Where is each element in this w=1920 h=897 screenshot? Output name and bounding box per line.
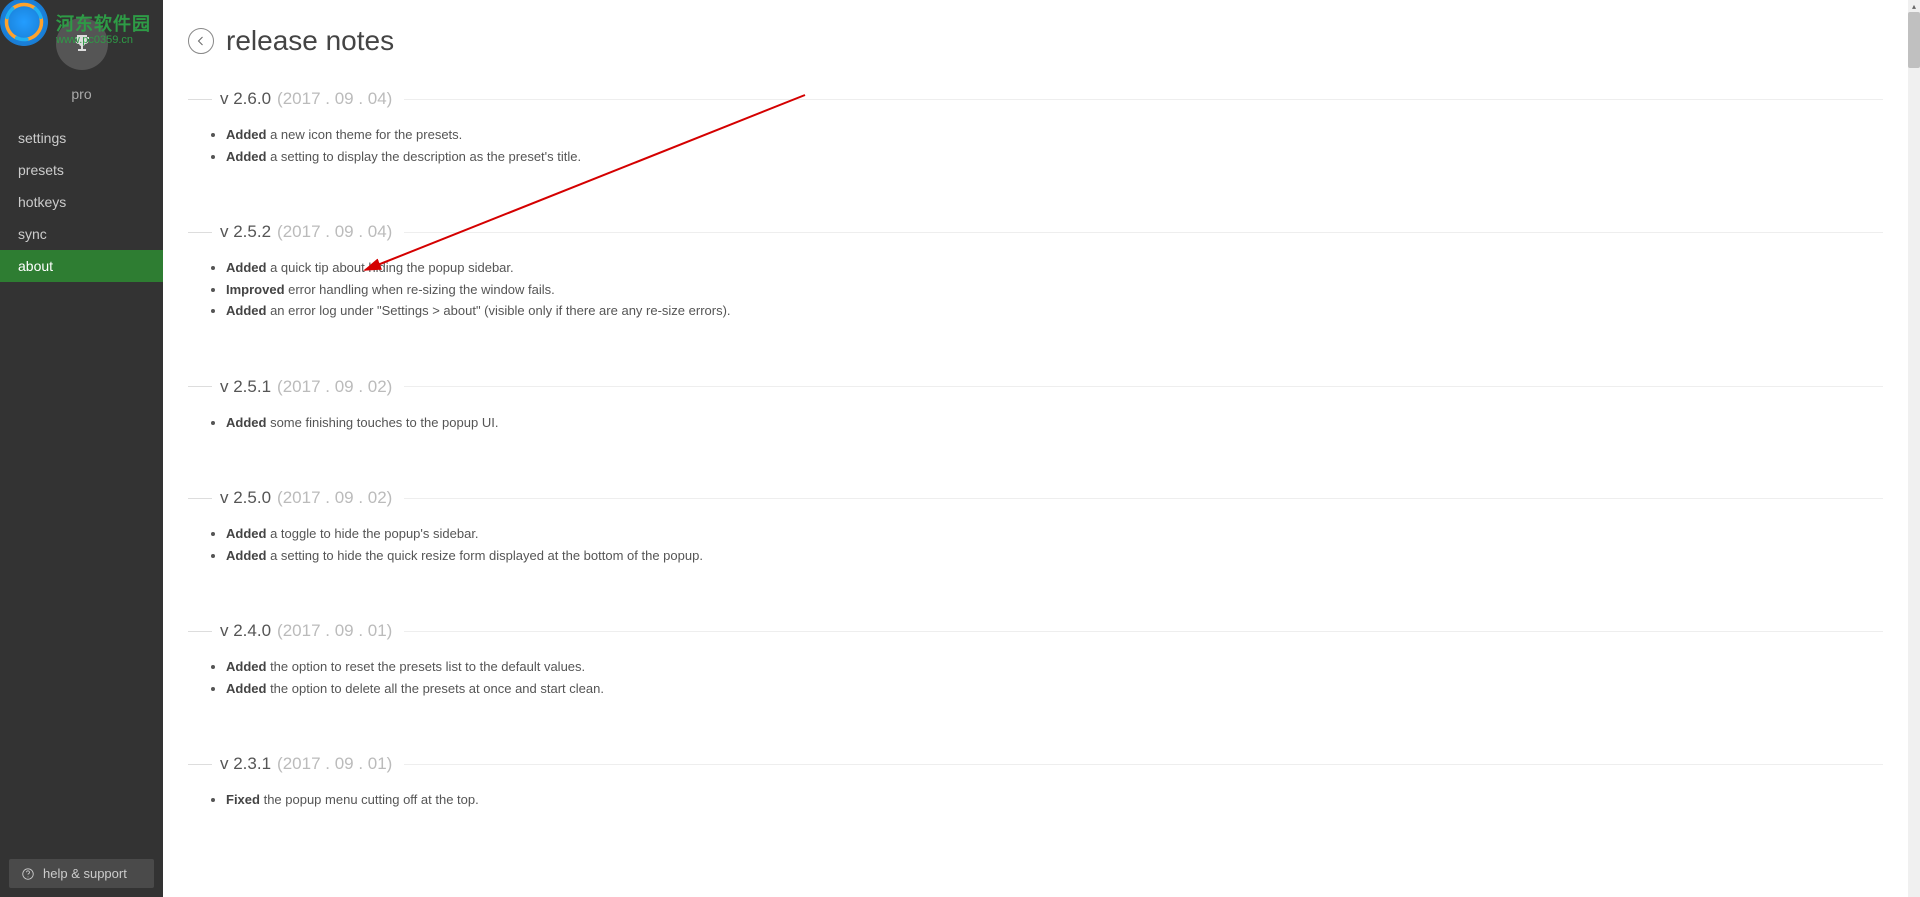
release-version: v 2.5.1: [220, 377, 271, 397]
release-date: (2017 . 09 . 02): [277, 488, 392, 508]
release-changes: Added a new icon theme for the presets.A…: [188, 125, 1883, 166]
divider: [188, 764, 212, 765]
release-section: v 2.5.2 (2017 . 09 . 04) Added a quick tip…: [188, 222, 1883, 321]
divider: [404, 764, 1883, 765]
brand-logo: [0, 0, 52, 50]
divider: [188, 386, 212, 387]
release-change-item: Fixed the popup menu cutting off at the …: [226, 790, 1883, 810]
release-change-item: Added a quick tip about hiding the popup…: [226, 258, 1883, 278]
change-text: the popup menu cutting off at the top.: [260, 792, 479, 807]
plan-label: pro: [71, 86, 91, 102]
divider: [188, 232, 212, 233]
release-header: v 2.5.2 (2017 . 09 . 04): [188, 222, 1883, 242]
release-change-item: Added the option to reset the presets li…: [226, 657, 1883, 677]
change-tag: Improved: [226, 282, 285, 297]
release-header: v 2.5.1 (2017 . 09 . 02): [188, 377, 1883, 397]
brand-url: www.pc0359.cn: [56, 34, 151, 46]
release-header: v 2.4.0 (2017 . 09 . 01): [188, 621, 1883, 641]
divider: [188, 99, 212, 100]
sidebar-item-hotkeys[interactable]: hotkeys: [0, 186, 163, 218]
change-text: an error log under "Settings > about" (v…: [266, 303, 730, 318]
change-tag: Added: [226, 548, 266, 563]
main-content: release notes v 2.6.0 (2017 . 09 . 04) Add…: [163, 0, 1908, 897]
release-change-item: Added a toggle to hide the popup's sideb…: [226, 524, 1883, 544]
brand-name-cn: 河东软件园: [56, 10, 151, 36]
help-support-button[interactable]: help & support: [9, 859, 154, 888]
release-changes: Added some finishing touches to the popu…: [188, 413, 1883, 433]
scrollbar-thumb[interactable]: [1908, 12, 1920, 68]
release-changes: Added a toggle to hide the popup's sideb…: [188, 524, 1883, 565]
release-date: (2017 . 09 . 04): [277, 89, 392, 109]
release-date: (2017 . 09 . 02): [277, 377, 392, 397]
change-text: a toggle to hide the popup's sidebar.: [266, 526, 478, 541]
arrow-left-icon: [195, 35, 207, 47]
change-text: a setting to display the description as …: [266, 149, 581, 164]
release-version: v 2.3.1: [220, 754, 271, 774]
release-date: (2017 . 09 . 01): [277, 621, 392, 641]
nav: settings presets hotkeys sync about: [0, 122, 163, 282]
release-changes: Added a quick tip about hiding the popup…: [188, 258, 1883, 321]
release-header: v 2.6.0 (2017 . 09 . 04): [188, 89, 1883, 109]
page-header: release notes: [188, 25, 1883, 57]
change-text: a setting to hide the quick resize form …: [266, 548, 702, 563]
release-change-item: Added a setting to display the descripti…: [226, 147, 1883, 167]
change-text: the option to reset the presets list to …: [266, 659, 585, 674]
change-text: the option to delete all the presets at …: [266, 681, 604, 696]
change-text: some finishing touches to the popup UI.: [266, 415, 498, 430]
change-tag: Fixed: [226, 792, 260, 807]
page-title: release notes: [226, 25, 394, 57]
back-button[interactable]: [188, 28, 214, 54]
change-tag: Added: [226, 659, 266, 674]
change-text: a new icon theme for the presets.: [266, 127, 462, 142]
releases-list: v 2.6.0 (2017 . 09 . 04) Added a new icon …: [188, 89, 1883, 810]
divider: [188, 631, 212, 632]
release-date: (2017 . 09 . 01): [277, 754, 392, 774]
scroll-up-arrow-icon[interactable]: ▴: [1908, 0, 1920, 12]
release-section: v 2.3.1 (2017 . 09 . 01) Fixed the popup m…: [188, 754, 1883, 810]
scrollbar-track[interactable]: ▴: [1908, 0, 1920, 897]
divider: [404, 631, 1883, 632]
divider: [404, 99, 1883, 100]
change-tag: Added: [226, 149, 266, 164]
sidebar-item-presets[interactable]: presets: [0, 154, 163, 186]
divider: [404, 498, 1883, 499]
release-date: (2017 . 09 . 04): [277, 222, 392, 242]
change-text: error handling when re-sizing the window…: [285, 282, 555, 297]
change-tag: Added: [226, 260, 266, 275]
change-tag: Added: [226, 526, 266, 541]
release-section: v 2.5.1 (2017 . 09 . 02) Added some finish…: [188, 377, 1883, 433]
release-changes: Added the option to reset the presets li…: [188, 657, 1883, 698]
sidebar-item-sync[interactable]: sync: [0, 218, 163, 250]
sidebar: 河东软件园 www.pc0359.cn pro settings presets…: [0, 0, 163, 897]
release-change-item: Added a setting to hide the quick resize…: [226, 546, 1883, 566]
divider: [188, 498, 212, 499]
release-change-item: Added an error log under "Settings > abo…: [226, 301, 1883, 321]
help-support-label: help & support: [43, 866, 127, 881]
divider: [404, 386, 1883, 387]
change-tag: Added: [226, 681, 266, 696]
release-changes: Fixed the popup menu cutting off at the …: [188, 790, 1883, 810]
sidebar-item-settings[interactable]: settings: [0, 122, 163, 154]
release-change-item: Improved error handling when re-sizing t…: [226, 280, 1883, 300]
brand-text: 河东软件园 www.pc0359.cn: [56, 10, 151, 46]
sidebar-item-about[interactable]: about: [0, 250, 163, 282]
release-section: v 2.4.0 (2017 . 09 . 01) Added the option …: [188, 621, 1883, 698]
release-change-item: Added the option to delete all the prese…: [226, 679, 1883, 699]
release-section: v 2.6.0 (2017 . 09 . 04) Added a new icon …: [188, 89, 1883, 166]
release-section: v 2.5.0 (2017 . 09 . 02) Added a toggle to…: [188, 488, 1883, 565]
release-version: v 2.5.0: [220, 488, 271, 508]
release-header: v 2.3.1 (2017 . 09 . 01): [188, 754, 1883, 774]
release-version: v 2.6.0: [220, 89, 271, 109]
change-tag: Added: [226, 303, 266, 318]
release-change-item: Added some finishing touches to the popu…: [226, 413, 1883, 433]
release-version: v 2.5.2: [220, 222, 271, 242]
change-text: a quick tip about hiding the popup sideb…: [266, 260, 513, 275]
release-header: v 2.5.0 (2017 . 09 . 02): [188, 488, 1883, 508]
release-version: v 2.4.0: [220, 621, 271, 641]
divider: [404, 232, 1883, 233]
change-tag: Added: [226, 127, 266, 142]
help-icon: [21, 867, 35, 881]
release-change-item: Added a new icon theme for the presets.: [226, 125, 1883, 145]
change-tag: Added: [226, 415, 266, 430]
